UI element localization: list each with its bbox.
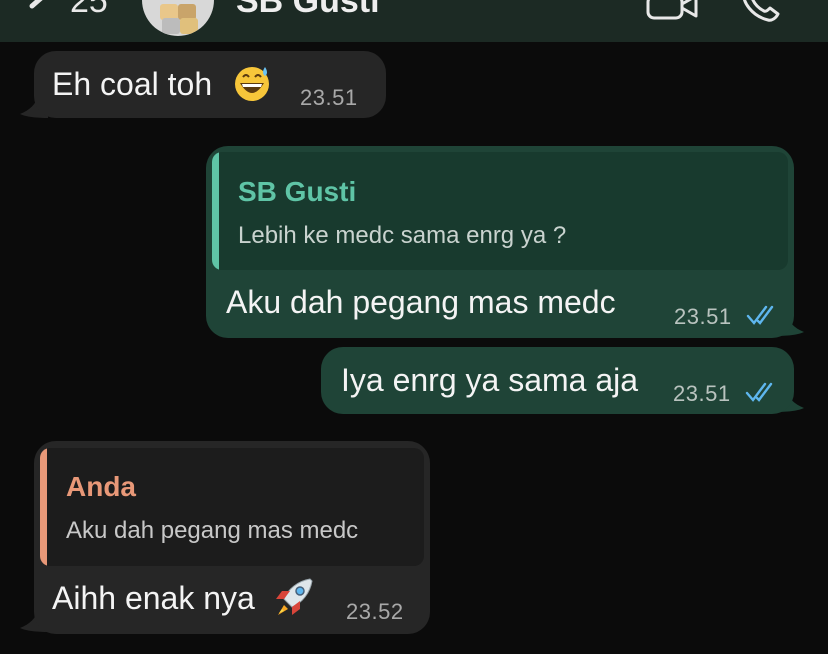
message-time: 23.51 [674, 304, 732, 329]
reply-quote-bar [40, 448, 47, 566]
message-time: 23.51 [673, 381, 731, 406]
reply-quote[interactable]: SB Gusti Lebih ke medc sama enrg ya ? [212, 152, 788, 270]
chat-header: 25 SB Gusti [0, 0, 828, 42]
reply-text: Aku dah pegang mas medc [66, 517, 359, 544]
message-text: Eh coal toh [52, 66, 213, 102]
read-double-check-icon [746, 304, 776, 331]
message-text: Iya enrg ya sama aja [341, 362, 639, 398]
reply-quote[interactable]: Anda Aku dah pegang mas medc [40, 448, 424, 566]
outgoing-message[interactable]: Iya enrg ya sama aja 23.51 [321, 347, 794, 414]
reply-author: SB Gusti [238, 176, 357, 207]
reply-author: Anda [66, 471, 136, 502]
back-chevron-icon[interactable] [22, 0, 58, 31]
message-text: Aihh enak nya [52, 580, 255, 616]
phone-call-icon[interactable] [738, 0, 784, 31]
incoming-message[interactable]: Anda Aku dah pegang mas medc Aihh enak n… [34, 441, 430, 634]
outgoing-message[interactable]: SB Gusti Lebih ke medc sama enrg ya ? Ak… [206, 146, 794, 338]
message-time: 23.51 [300, 85, 358, 110]
video-call-icon[interactable] [644, 0, 702, 29]
contact-name[interactable]: SB Gusti [236, 0, 380, 21]
message-time: 23.52 [346, 599, 404, 624]
rocket-emoji [270, 575, 316, 626]
reply-quote-bar [212, 152, 219, 270]
contact-avatar[interactable] [142, 0, 214, 36]
unread-count[interactable]: 25 [70, 0, 108, 21]
message-text: Aku dah pegang mas medc [226, 284, 616, 320]
grinning-sweat-emoji [232, 63, 272, 108]
read-double-check-icon [745, 381, 775, 408]
incoming-message[interactable]: Eh coal toh 23.51 [34, 51, 386, 118]
reply-text: Lebih ke medc sama enrg ya ? [238, 222, 567, 249]
